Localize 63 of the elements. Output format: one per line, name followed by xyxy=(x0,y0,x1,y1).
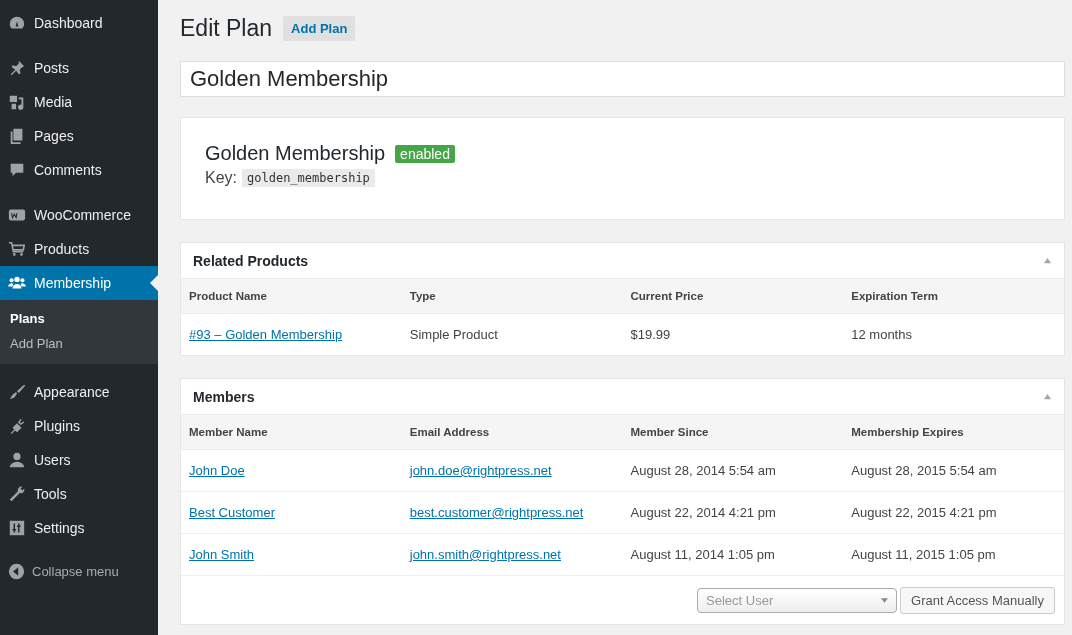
table-cell: August 11, 2015 1:05 pm xyxy=(843,533,1064,575)
plan-name: Golden Membership xyxy=(205,142,386,165)
table-link[interactable]: John Smith xyxy=(189,547,255,562)
sidebar-item[interactable]: Appearance xyxy=(0,375,158,409)
caret-icon xyxy=(881,597,889,603)
column-header: Type xyxy=(401,279,623,314)
table-link[interactable]: john.smith@rightpress.net xyxy=(409,547,561,562)
user-icon xyxy=(8,451,26,469)
pushpin-icon xyxy=(8,59,26,77)
table-cell: August 28, 2015 5:54 am xyxy=(843,449,1064,492)
table-cell: August 22, 2015 4:21 pm xyxy=(843,491,1064,534)
table-link[interactable]: best.customer@rightpress.net xyxy=(409,505,584,520)
column-header: Member Name xyxy=(181,415,402,450)
status-badge: enabled xyxy=(395,144,455,163)
sidebar-item[interactable]: Products xyxy=(0,232,158,266)
table-link[interactable]: #93 – Golden Membership xyxy=(189,327,343,342)
column-header: Product Name xyxy=(181,279,402,314)
sidebar-item[interactable]: Comments xyxy=(0,153,158,187)
table-link[interactable]: john.doe@rightpress.net xyxy=(409,463,552,478)
column-header: Expiration Term xyxy=(843,279,1064,314)
sidebar-item[interactable]: Posts xyxy=(0,51,158,85)
table-cell: Simple Product xyxy=(401,313,623,355)
sidebar-item[interactable]: Pages xyxy=(0,119,158,153)
pointer-arrow-icon xyxy=(150,275,158,291)
add-plan-button[interactable]: Add Plan xyxy=(283,15,356,41)
media-icon xyxy=(8,93,26,111)
sidebar-item[interactable]: Users xyxy=(0,443,158,477)
table-cell: August 22, 2014 4:21 pm xyxy=(622,491,844,534)
panel-title: Members xyxy=(193,388,255,405)
sidebar-item[interactable]: Tools xyxy=(0,477,158,511)
table-cell: August 28, 2014 5:54 am xyxy=(622,449,844,492)
sidebar-item[interactable]: Membership xyxy=(0,266,158,300)
column-header: Current Price xyxy=(622,279,844,314)
collapse-triangle-icon[interactable] xyxy=(1043,393,1052,400)
column-header: Membership Expires xyxy=(843,415,1064,450)
sidebar-item[interactable]: Media xyxy=(0,85,158,119)
cart-icon xyxy=(8,240,26,258)
sidebar-item[interactable]: Plugins xyxy=(0,409,158,443)
sidebar-item[interactable]: Settings xyxy=(0,511,158,545)
paintbrush-icon xyxy=(8,383,26,401)
submenu-item[interactable]: Add Plan xyxy=(0,331,158,356)
table-link[interactable]: Best Customer xyxy=(189,505,275,520)
plan-title-field[interactable]: Golden Membership xyxy=(180,61,1065,97)
page-title: Edit Plan xyxy=(180,14,273,42)
sidebar-item[interactable]: WooCommerce xyxy=(0,198,158,232)
plug-icon xyxy=(8,417,26,435)
panel-title: Related Products xyxy=(193,252,309,269)
table-cell: $19.99 xyxy=(622,313,844,355)
key-label: Key: xyxy=(205,169,237,187)
submenu-item[interactable]: Plans xyxy=(0,306,158,331)
column-header: Member Since xyxy=(622,415,844,450)
table-cell: 12 months xyxy=(843,313,1064,355)
table-cell: August 11, 2014 1:05 pm xyxy=(622,533,844,575)
plan-key: golden_membership xyxy=(242,169,375,187)
collapse-triangle-icon[interactable] xyxy=(1043,257,1052,264)
column-header: Email Address xyxy=(401,415,623,450)
grant-access-button[interactable]: Grant Access Manually xyxy=(900,586,1055,614)
collapse-menu-button[interactable]: Collapse menu xyxy=(0,556,158,586)
sidebar-item[interactable]: Dashboard xyxy=(0,6,158,40)
table-link[interactable]: John Doe xyxy=(189,463,245,478)
left-arrow-circle-icon xyxy=(8,562,25,580)
sliders-icon xyxy=(8,519,26,537)
wrench-icon xyxy=(8,485,26,503)
